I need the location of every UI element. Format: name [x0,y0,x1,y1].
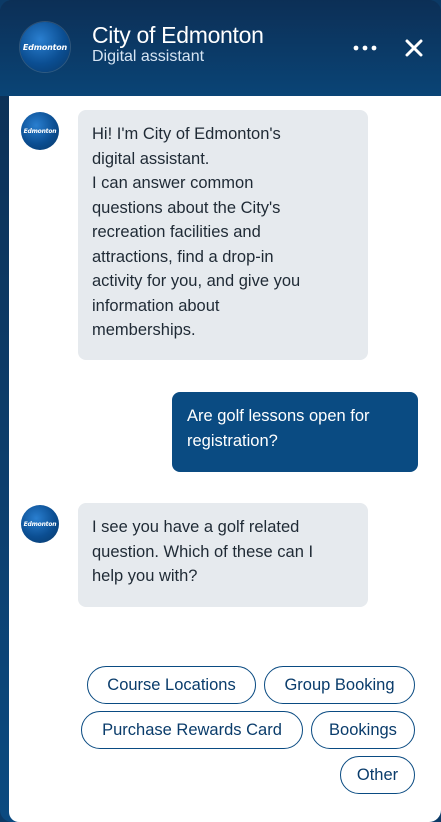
edmonton-logo: Edmonton [20,22,70,72]
close-icon [405,39,423,57]
bot-message: Hi! I'm City of Edmonton's digital assis… [78,110,368,360]
quick-reply-other[interactable]: Other [340,756,415,794]
bot-avatar: Edmonton [21,505,59,543]
quick-reply-purchase-rewards-card[interactable]: Purchase Rewards Card [81,711,303,749]
bot-message: I see you have a golf related question. … [78,503,368,607]
conversation-area[interactable]: Edmonton Hi! I'm City of Edmonton's digi… [9,96,441,822]
chat-title: City of Edmonton [92,22,264,48]
avatar-logo-text: Edmonton [23,520,57,528]
chat-header: Edmonton City of Edmonton Digital assist… [0,0,441,96]
more-options-button[interactable] [348,34,382,62]
quick-reply-course-locations[interactable]: Course Locations [87,666,256,704]
avatar-logo-text: Edmonton [23,127,57,135]
chat-subtitle: Digital assistant [92,48,205,65]
logo-text: Edmonton [22,42,68,52]
user-message: Are golf lessons open for registration? [172,392,418,472]
close-button[interactable] [398,32,430,64]
quick-reply-group-booking[interactable]: Group Booking [264,666,415,704]
chat-window: Edmonton City of Edmonton Digital assist… [0,0,441,822]
bot-avatar: Edmonton [21,112,59,150]
more-horizontal-icon [353,45,377,51]
quick-reply-bookings[interactable]: Bookings [311,711,415,749]
